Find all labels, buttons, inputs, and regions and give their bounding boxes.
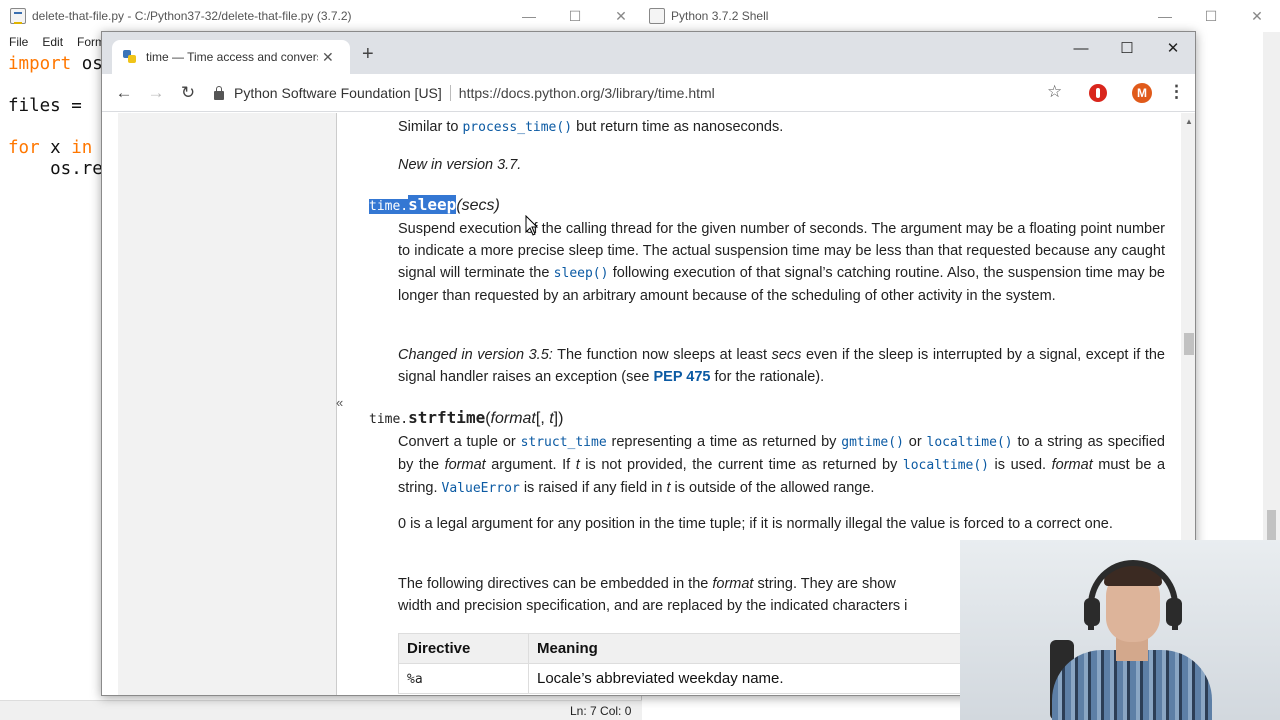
code-keyword: in <box>71 138 93 158</box>
maximize-icon[interactable]: ☐ <box>552 0 598 32</box>
signature-args: (secs) <box>456 197 500 214</box>
function-signature-sleep: time.sleep(secs) <box>369 194 500 218</box>
code-link[interactable]: struct_time <box>521 435 607 450</box>
table-cell: %a <box>398 663 529 694</box>
idle-window-title: delete-that-file.py - C:/Python37-32/del… <box>32 9 352 23</box>
table-row: %a Locale’s abbreviated weekday name. <box>398 663 998 694</box>
paragraph: Similar to process_time() but return tim… <box>398 119 784 135</box>
back-arrow-icon[interactable]: ← <box>113 82 135 104</box>
close-icon[interactable]: ✕ <box>598 0 644 32</box>
column-header: Meaning <box>528 633 998 664</box>
code-text: files = <box>8 96 93 116</box>
minimize-icon[interactable]: — <box>1058 32 1104 64</box>
shell-app-icon <box>649 8 665 24</box>
scroll-thumb[interactable] <box>1184 333 1194 355</box>
menu-file[interactable]: File <box>9 35 28 49</box>
code-text: x <box>39 138 72 158</box>
signature-module: time. <box>369 412 409 427</box>
close-icon[interactable]: ✕ <box>1150 32 1195 64</box>
code-link[interactable]: localtime() <box>903 458 989 473</box>
lock-icon <box>214 85 224 100</box>
column-header: Directive <box>398 633 529 664</box>
forward-arrow-icon[interactable]: → <box>145 82 167 104</box>
code-editor[interactable]: import os files = for x in os.re <box>8 54 103 180</box>
webcam-overlay <box>960 540 1280 720</box>
code-keyword: for <box>8 138 40 158</box>
address-bar[interactable]: Python Software Foundation [US] https://… <box>214 79 1069 107</box>
function-signature-strftime: time.strftime(format[, t]) <box>369 408 564 427</box>
cursor-position: Ln: 7 Col: 0 <box>570 704 632 718</box>
paragraph: Convert a tuple or struct_time represent… <box>398 434 1166 496</box>
scroll-thumb[interactable] <box>1267 510 1276 540</box>
signature-name: sleep <box>408 195 457 214</box>
headphone-cup <box>1166 598 1182 626</box>
reload-icon[interactable]: ↻ <box>177 82 199 104</box>
code-link[interactable]: gmtime() <box>841 435 904 450</box>
minimize-icon[interactable]: — <box>1142 0 1188 32</box>
code-link[interactable]: process_time() <box>462 120 572 135</box>
signature-module: time. <box>369 199 409 214</box>
paragraph: 0 is a legal argument for any position i… <box>398 516 1113 532</box>
browser-tab[interactable]: time — Time access and conversi ✕ <box>112 40 350 74</box>
paragraph: The following directives can be embedded… <box>398 576 908 614</box>
profile-avatar[interactable]: M <box>1132 83 1152 103</box>
idle-status-bar: Ln: 7 Col: 0 <box>0 700 642 720</box>
signature-name: strftime <box>408 408 486 427</box>
tab-title: time — Time access and conversi <box>146 50 318 64</box>
maximize-icon[interactable]: ☐ <box>1104 32 1150 64</box>
code-link[interactable]: localtime() <box>927 435 1013 450</box>
collapse-sidebar-icon[interactable]: « <box>336 395 343 410</box>
tab-strip: time — Time access and conversi ✕ + — ☐ … <box>102 32 1195 74</box>
paragraph: Changed in version 3.5: The function now… <box>398 347 1165 385</box>
site-identity: Python Software Foundation [US] <box>234 85 442 101</box>
table-cell: Locale’s abbreviated weekday name. <box>528 663 998 694</box>
headphone-cup <box>1084 598 1100 626</box>
menu-dots-icon[interactable]: ⋮ <box>1168 82 1185 102</box>
menu-edit[interactable]: Edit <box>42 35 63 49</box>
pep-link[interactable]: PEP 475 <box>654 369 711 385</box>
bookmark-star-icon[interactable]: ☆ <box>1047 82 1062 102</box>
code-link[interactable]: sleep() <box>554 266 609 281</box>
close-icon[interactable]: ✕ <box>1234 0 1280 32</box>
minimize-icon[interactable]: — <box>506 0 552 32</box>
extension-icon[interactable] <box>1089 84 1107 102</box>
docs-sidebar <box>118 113 337 695</box>
code-text: os.re <box>8 159 103 179</box>
scroll-up-icon[interactable]: ▲ <box>1185 117 1193 126</box>
tab-close-icon[interactable]: ✕ <box>322 49 334 66</box>
shell-window-title: Python 3.7.2 Shell <box>671 9 769 23</box>
mouse-cursor-icon <box>525 215 539 236</box>
new-tab-icon[interactable]: + <box>362 44 374 64</box>
maximize-icon[interactable]: ☐ <box>1188 0 1234 32</box>
code-keyword: import <box>8 54 72 74</box>
divider <box>449 85 451 101</box>
table-header-row: Directive Meaning <box>398 633 998 664</box>
url-text: https://docs.python.org/3/library/time.h… <box>458 85 715 101</box>
version-note: New in version 3.7. <box>398 157 522 173</box>
code-link[interactable]: ValueError <box>442 481 520 496</box>
paragraph: Suspend execution of the calling thread … <box>398 221 1165 304</box>
browser-toolbar: ← → ↻ Python Software Foundation [US] ht… <box>102 74 1195 112</box>
code-text: os <box>71 54 103 74</box>
directives-table: Directive Meaning %a Locale’s abbreviate… <box>398 633 998 694</box>
python-logo-icon <box>122 49 138 65</box>
idle-app-icon <box>10 8 26 24</box>
